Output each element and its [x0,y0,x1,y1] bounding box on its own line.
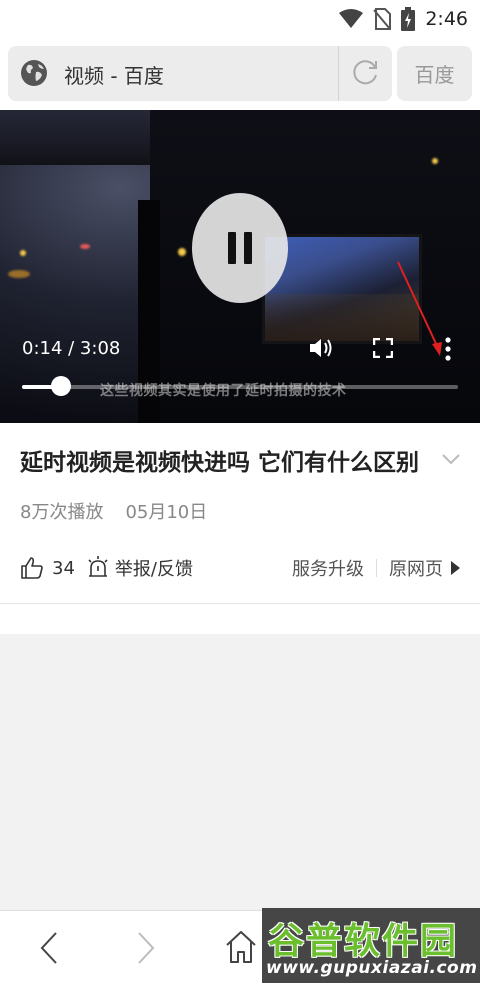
video-frame [432,158,438,164]
video-frame [80,244,90,249]
progress-thumb[interactable] [51,376,72,396]
thumbs-up-icon[interactable] [20,556,44,580]
original-page-link[interactable]: 原网页 [389,555,443,581]
watermark-logo: 谷普软件园 www.gupuxiazai.com [262,908,480,983]
status-icons: 2:46 [339,6,468,32]
view-count: 8万次播放 [20,502,104,523]
action-row: 34 举报/反馈 服务升级 原网页 [20,553,460,583]
chevron-down-icon[interactable] [441,452,461,466]
status-time: 2:46 [425,8,468,30]
pause-button[interactable] [192,193,288,303]
pause-icon [228,232,252,264]
service-upgrade-link[interactable]: 服务升级 [292,555,364,581]
video-subtitle: 这些视频其实是使用了延时拍摄的技术 [100,383,347,399]
video-title: 延时视频是视频快进吗 它们有什么区别 [20,450,420,476]
annotation-arrow [397,261,442,356]
publish-date: 05月10日 [125,502,208,523]
volume-icon[interactable] [308,336,334,360]
wifi-icon [339,9,364,28]
progress-bar[interactable] [22,385,458,389]
status-bar: 2:46 [0,0,480,38]
page-title: 视频 - 百度 [64,64,164,88]
globe-icon [21,60,47,86]
action-divider [376,559,377,577]
baidu-button[interactable]: 百度 [397,46,472,101]
video-player[interactable]: 0:14 / 3:08 这些视频其实是使用了延时拍摄的技术 [0,110,480,423]
divider [0,603,480,604]
right-actions: 服务升级 原网页 [292,553,460,583]
watermark-name: 谷普软件园 [268,921,459,962]
report-feedback-link[interactable]: 举报/反馈 [115,555,193,581]
video-frame [8,270,30,278]
video-meta: 8万次播放 05月10日 [20,498,207,524]
forward-icon[interactable] [135,931,157,965]
address-divider [338,46,339,101]
play-arrow-icon[interactable] [451,561,460,575]
address-bar[interactable]: 视频 - 百度 [8,46,392,101]
back-icon[interactable] [38,931,60,965]
refresh-icon[interactable] [349,57,381,89]
no-sim-icon [373,8,392,30]
video-frame [20,250,26,256]
battery-charging-icon [401,7,416,31]
like-count[interactable]: 34 [52,558,75,579]
video-time: 0:14 / 3:08 [22,338,121,359]
watermark-url: www.gupuxiazai.com [266,958,478,978]
home-icon[interactable] [224,929,258,965]
report-icon[interactable] [87,556,109,580]
content-area [0,634,480,910]
video-frame [178,248,186,256]
